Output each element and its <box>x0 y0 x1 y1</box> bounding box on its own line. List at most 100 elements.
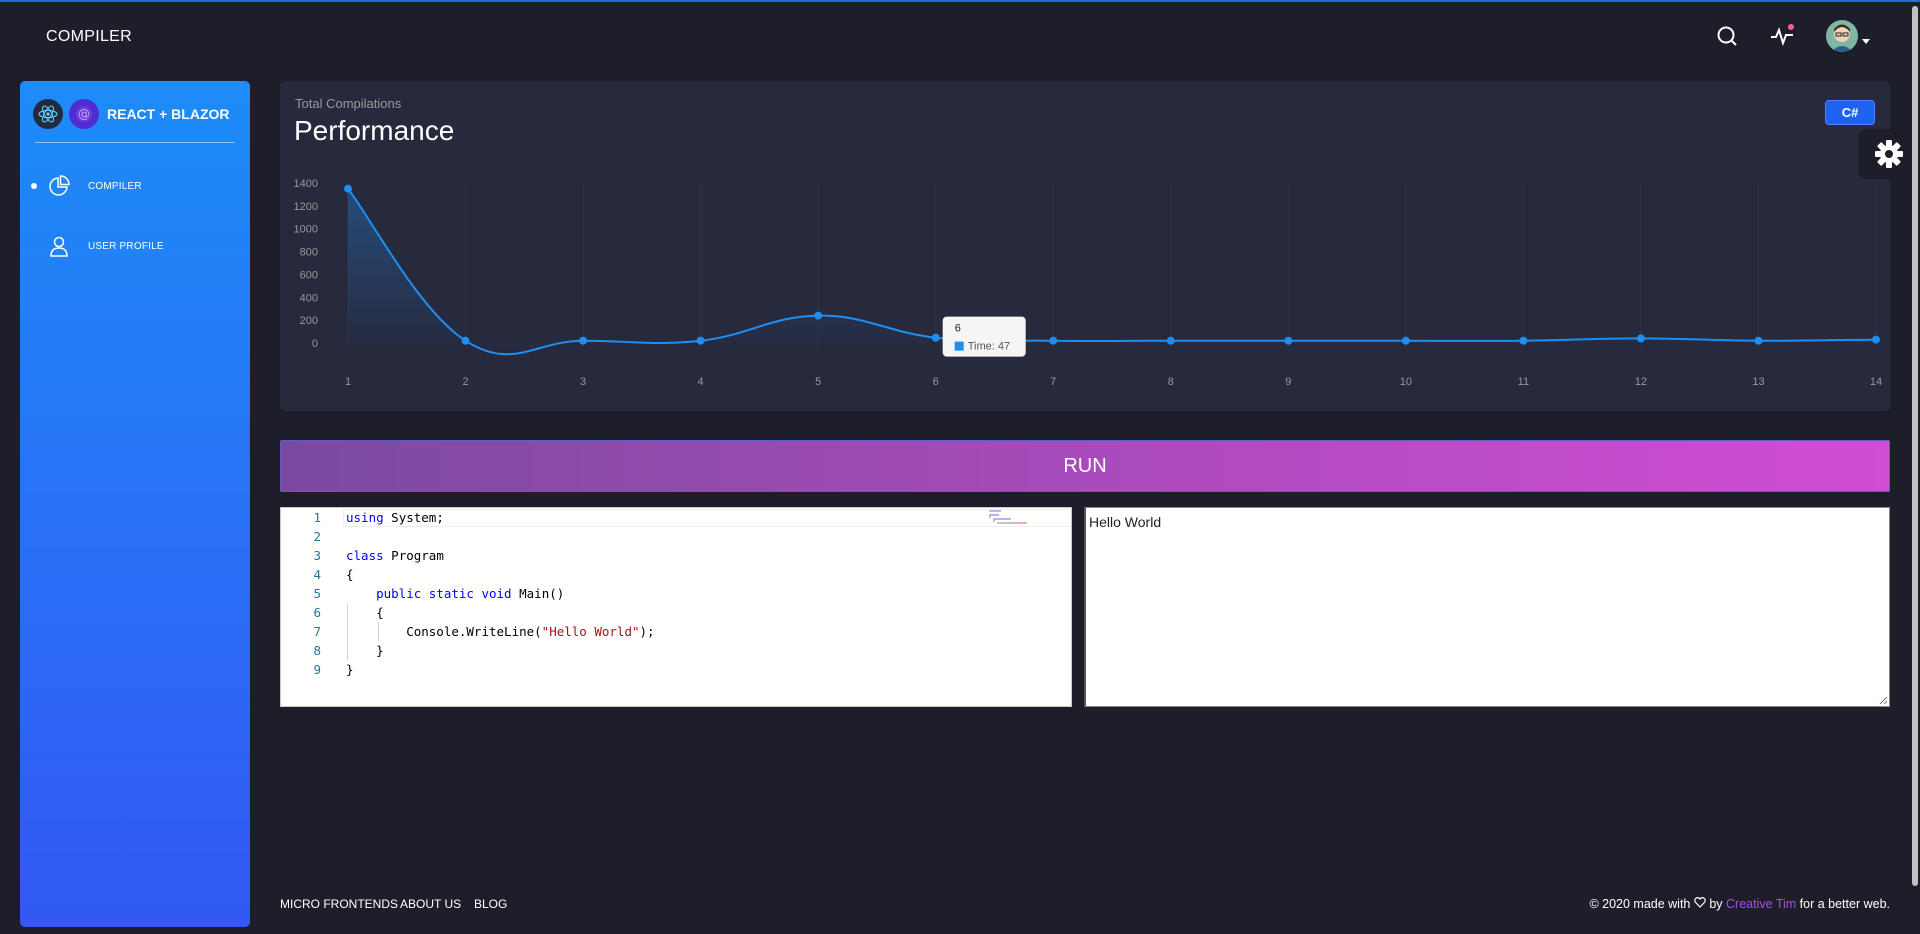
data-point <box>1401 336 1410 345</box>
data-point <box>1872 335 1880 344</box>
footer-link-about-us[interactable]: ABOUT US <box>400 897 461 911</box>
code-text: public static void Main() <box>376 586 565 601</box>
code-text: { <box>346 567 354 582</box>
code-text: using System; <box>346 510 444 525</box>
data-point <box>696 336 705 345</box>
code-line[interactable]: 6 { <box>281 603 1071 622</box>
editor-scrollbar[interactable] <box>1071 508 1072 707</box>
code-line[interactable]: 4{ <box>281 565 1071 584</box>
code-editor[interactable]: 1 using System; 2 3 class Program 4{5 public … <box>280 507 1072 707</box>
code-line[interactable]: 7 Console.WriteLine("Hello World"); <box>281 622 1071 641</box>
code-line[interactable]: 5 public static void Main() <box>281 584 1071 603</box>
activity-icon[interactable] <box>1768 22 1796 50</box>
footer-link-blog[interactable]: BLOG <box>474 897 507 911</box>
x-tick-label: 2 <box>462 376 468 388</box>
y-tick-label: 1400 <box>294 178 318 190</box>
line-number: 8 <box>313 643 321 658</box>
tooltip-title: 6 <box>955 323 961 335</box>
sidebar-item-compiler[interactable]: COMPILER <box>20 166 250 206</box>
settings-tab[interactable] <box>1858 129 1920 179</box>
sidebar-logo[interactable]: @ REACT + BLAZOR <box>33 99 230 129</box>
copyright-prefix: © 2020 made with <box>1589 897 1691 911</box>
code-line[interactable]: 3 class Program <box>281 546 1071 565</box>
data-point <box>1284 336 1293 345</box>
x-tick-label: 7 <box>1050 376 1056 388</box>
page-scrollbar[interactable] <box>1912 6 1918 886</box>
sidebar-divider <box>35 142 235 143</box>
x-tick-label: 13 <box>1752 376 1764 388</box>
y-tick-label: 200 <box>300 315 318 327</box>
x-tick-label: 12 <box>1635 376 1647 388</box>
y-tick-label: 600 <box>300 269 318 281</box>
copyright: © 2020 made with by Creative Tim for a b… <box>1589 897 1890 911</box>
sidebar: @ REACT + BLAZOR COMPILER USER PROFILE <box>20 81 250 927</box>
chevron-down-icon[interactable] <box>1862 32 1870 50</box>
data-point <box>1166 336 1175 345</box>
sidebar-item-label: COMPILER <box>88 180 142 192</box>
notification-dot <box>1788 24 1794 30</box>
run-button[interactable]: RUN <box>280 440 1890 492</box>
y-tick-label: 1000 <box>294 224 318 236</box>
code-text: { <box>346 605 384 620</box>
line-number: 5 <box>313 586 321 601</box>
sidebar-item-user-profile[interactable]: USER PROFILE <box>20 226 250 266</box>
x-tick-label: 6 <box>933 376 939 388</box>
sidebar-item-label: USER PROFILE <box>88 240 164 252</box>
gear-icon <box>1875 140 1903 168</box>
sidebar-logo-text: REACT + BLAZOR <box>107 106 230 122</box>
code-line[interactable]: 1 using System; <box>281 508 1071 527</box>
x-tick-label: 4 <box>698 376 704 388</box>
x-tick-label: 3 <box>580 376 586 388</box>
performance-card: 1400 1200 1000 800 600 400 200 0 1 2 3 4 5 6 7 8 9 10 11 12… <box>280 81 1890 411</box>
data-point <box>344 184 352 193</box>
line-number: 4 <box>313 567 321 582</box>
data-point <box>579 336 588 345</box>
react-logo-icon <box>33 99 63 129</box>
chart-tooltip: 6 Time: 47 <box>942 316 1026 357</box>
x-tick-label: 11 <box>1518 376 1529 388</box>
performance-chart[interactable]: 14001200100080060040020001 2 3 4 5 6 7 8 9 10 11 12… <box>280 81 1890 411</box>
navbar-brand[interactable]: COMPILER <box>46 28 132 46</box>
data-point <box>1519 336 1528 345</box>
heart-icon <box>1694 897 1706 908</box>
svg-text:@: @ <box>78 107 90 121</box>
chart-pie-icon <box>46 173 72 199</box>
data-point <box>814 311 823 320</box>
copyright-by: by <box>1709 897 1723 911</box>
card-title: Performance <box>294 115 455 146</box>
blazor-logo-icon: @ <box>69 99 99 129</box>
line-number: 3 <box>313 548 321 563</box>
code-text: } <box>346 643 384 658</box>
series-area <box>348 188 1876 355</box>
active-indicator <box>31 183 37 189</box>
line-number: 1 <box>313 510 321 525</box>
search-icon[interactable] <box>1713 22 1741 50</box>
tooltip-swatch <box>954 341 964 351</box>
x-tick-label: 8 <box>1168 376 1174 388</box>
copyright-suffix: for a better web. <box>1799 897 1890 911</box>
data-point <box>931 333 940 342</box>
data-point <box>1754 336 1763 345</box>
creative-tim-link[interactable]: Creative Tim <box>1726 897 1796 911</box>
resize-grip-icon[interactable] <box>1878 695 1888 705</box>
x-tick-label: 14 <box>1870 376 1882 388</box>
y-tick-label: 1200 <box>294 201 318 213</box>
data-point <box>1049 336 1058 345</box>
y-tick-label: 0 <box>312 338 318 350</box>
code-line[interactable]: 8 } <box>281 641 1071 660</box>
footer-link-micro-frontends[interactable]: MICRO FRONTENDS <box>280 897 398 911</box>
tooltip-label: Time: 47 <box>968 341 1010 353</box>
line-number: 9 <box>313 662 321 677</box>
code-text: } <box>346 662 354 677</box>
data-point <box>1636 334 1645 343</box>
code-line[interactable]: 2 <box>281 527 1071 546</box>
code-line[interactable]: 9} <box>281 660 1071 679</box>
x-tick-label: 10 <box>1400 376 1412 388</box>
y-tick-label: 400 <box>300 292 318 304</box>
code-text: Console.WriteLine("Hello World"); <box>346 624 655 639</box>
top-navbar: COMPILER <box>0 2 1920 74</box>
line-number: 2 <box>313 529 321 544</box>
language-button[interactable]: C# <box>1825 100 1875 125</box>
output-panel[interactable]: Hello World <box>1084 507 1890 707</box>
avatar[interactable] <box>1826 20 1858 52</box>
